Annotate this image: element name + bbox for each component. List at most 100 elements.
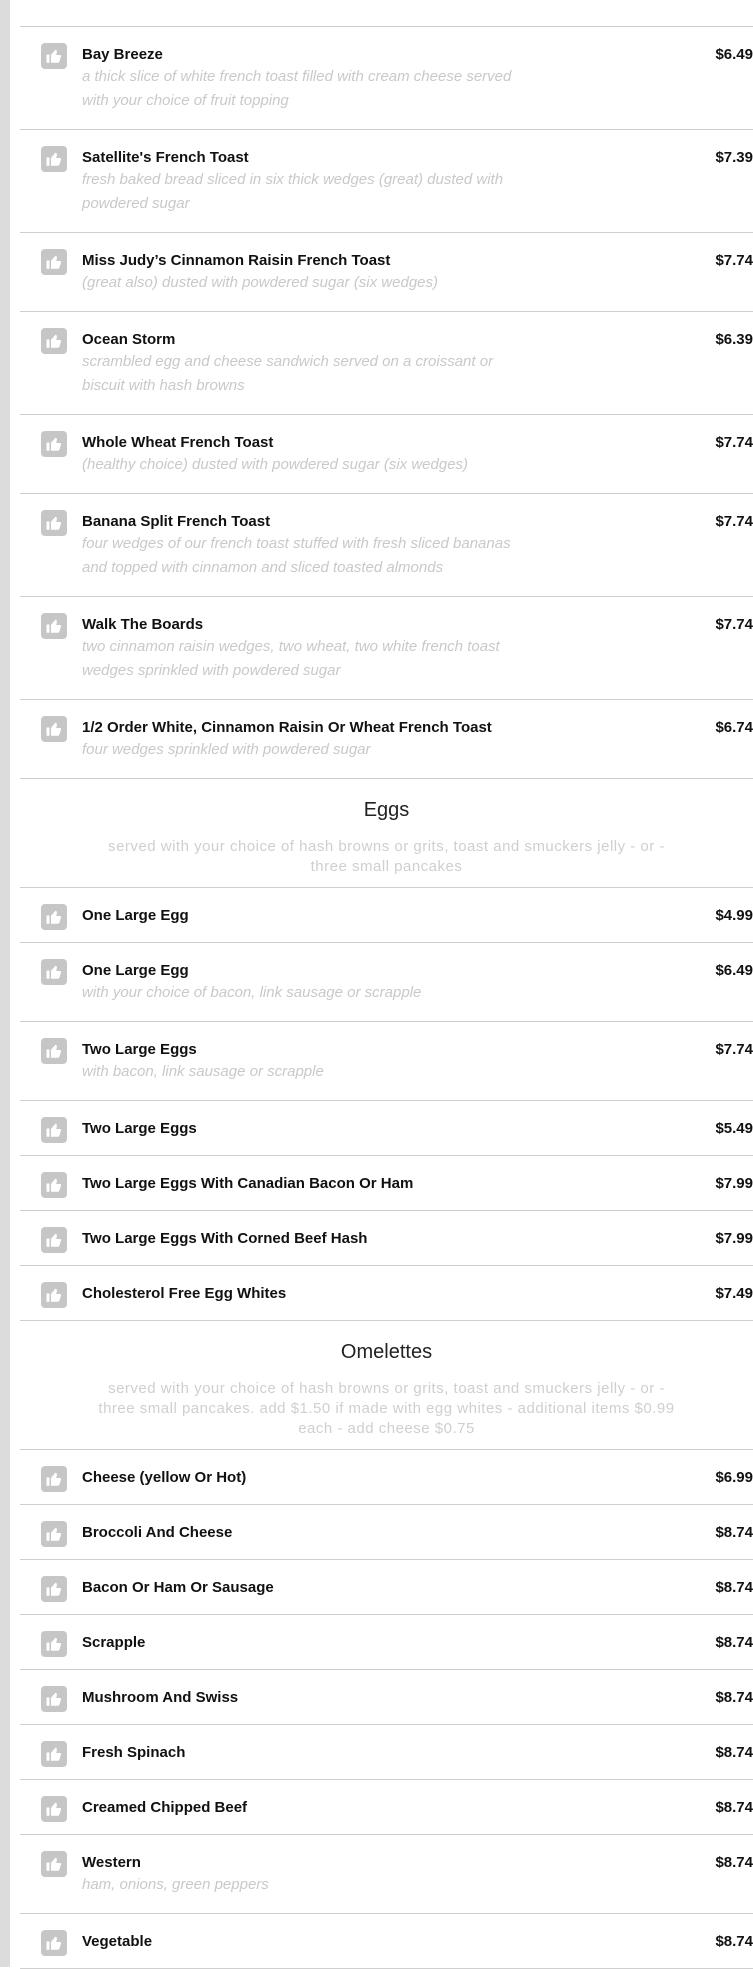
menu-item-description: scrambled egg and cheese sandwich served…: [82, 353, 494, 394]
menu-item-price: $8.74: [715, 1854, 753, 1871]
menu-item-description: with bacon, link sausage or scrapple: [82, 1063, 324, 1080]
menu-item-price: $8.74: [715, 1634, 753, 1651]
thumbs-up-icon[interactable]: [41, 1576, 67, 1602]
menu-item[interactable]: Western ham, onions, green peppers $8.74: [20, 1835, 753, 1914]
thumbs-up-icon[interactable]: [41, 613, 67, 639]
menu-item[interactable]: Miss Judy’s Cinnamon Raisin French Toast…: [20, 233, 753, 312]
menu-item[interactable]: Scrapple $8.74: [20, 1615, 753, 1670]
menu-item[interactable]: Bacon Or Ham Or Sausage $8.74: [20, 1560, 753, 1615]
menu-item-price: $6.49: [715, 46, 753, 63]
menu-item-price: $7.49: [715, 1285, 753, 1302]
menu-item[interactable]: Walk The Boards two cinnamon raisin wedge…: [20, 597, 753, 700]
menu-item-name: Creamed Chipped Beef: [82, 1799, 248, 1816]
menu-item-name: Satellite's French Toast: [82, 149, 249, 166]
thumbs-up-icon[interactable]: [41, 1117, 67, 1143]
thumbs-up-icon[interactable]: [41, 716, 67, 742]
menu-item-price: $8.74: [715, 1933, 753, 1950]
menu-item-name: Scrapple: [82, 1634, 146, 1651]
menu-item-name: Cholesterol Free Egg Whites: [82, 1285, 287, 1302]
menu-item-name: Fresh Spinach: [82, 1744, 186, 1761]
menu-item-price: $8.74: [715, 1524, 753, 1541]
menu-item-price: $7.74: [715, 434, 753, 451]
menu-item-name: One Large Egg: [82, 907, 189, 924]
menu-item[interactable]: Ocean Storm scrambled egg and cheese sand…: [20, 312, 753, 415]
menu-item-description: a thick slice of white french toast fill…: [82, 68, 512, 109]
menu-item-name: Walk The Boards: [82, 616, 204, 633]
thumbs-up-icon[interactable]: [41, 1227, 67, 1253]
menu-item-description: two cinnamon raisin wedges, two wheat, t…: [82, 638, 500, 679]
menu-item-name: Mushroom And Swiss: [82, 1689, 239, 1706]
menu-item-price: $7.74: [715, 513, 753, 530]
menu-item-name: Banana Split French Toast: [82, 513, 271, 530]
thumbs-up-icon[interactable]: [41, 328, 67, 354]
menu-item[interactable]: Two Large Eggs $5.49: [20, 1101, 753, 1156]
menu-item-name: Vegetable: [82, 1933, 153, 1950]
menu-item-name: 1/2 Order White, Cinnamon Raisin Or Whea…: [82, 719, 492, 736]
thumbs-up-icon[interactable]: [41, 1686, 67, 1712]
menu-item[interactable]: Whole Wheat French Toast (healthy choice)…: [20, 415, 753, 494]
thumbs-up-icon[interactable]: [41, 1521, 67, 1547]
menu-item-price: $6.39: [715, 331, 753, 348]
menu-item-description: four wedges sprinkled with powdered suga…: [82, 741, 371, 758]
thumbs-up-icon[interactable]: [41, 43, 67, 69]
menu-item-price: $8.74: [715, 1744, 753, 1761]
menu-item[interactable]: Cholesterol Free Egg Whites $7.49: [20, 1266, 753, 1321]
menu-item[interactable]: Two Large Eggs With Canadian Bacon Or Ha…: [20, 1156, 753, 1211]
menu-item-price: $8.74: [715, 1689, 753, 1706]
menu-item[interactable]: Satellite's French Toast fresh baked brea…: [20, 130, 753, 233]
menu-item-price: $7.74: [715, 252, 753, 269]
menu-item[interactable]: Fresh Spinach $8.74: [20, 1725, 753, 1780]
thumbs-up-icon[interactable]: [41, 431, 67, 457]
menu-item-price: $7.39: [715, 149, 753, 166]
menu-item-name: Whole Wheat French Toast: [82, 434, 274, 451]
thumbs-up-icon[interactable]: [41, 1930, 67, 1956]
menu-item-name: Two Large Eggs: [82, 1041, 197, 1058]
menu-item[interactable]: Two Large Eggs With Corned Beef Hash $7.9…: [20, 1211, 753, 1266]
thumbs-up-icon[interactable]: [41, 959, 67, 985]
menu-item-price: $7.74: [715, 1041, 753, 1058]
thumbs-up-icon[interactable]: [41, 146, 67, 172]
top-divider: [20, 0, 753, 27]
thumbs-up-icon[interactable]: [41, 1172, 67, 1198]
menu-item[interactable]: Creamed Chipped Beef $8.74: [20, 1780, 753, 1835]
menu-item[interactable]: Broccoli And Cheese $8.74: [20, 1505, 753, 1560]
menu-item-price: $4.99: [715, 907, 753, 924]
thumbs-up-icon[interactable]: [41, 1466, 67, 1492]
thumbs-up-icon[interactable]: [41, 249, 67, 275]
thumbs-up-icon[interactable]: [41, 1851, 67, 1877]
menu-item-price: $6.99: [715, 1469, 753, 1486]
thumbs-up-icon[interactable]: [41, 1631, 67, 1657]
menu-item[interactable]: Mushroom And Swiss $8.74: [20, 1670, 753, 1725]
menu-item[interactable]: Two Large Eggs with bacon, link sausage o…: [20, 1022, 753, 1101]
thumbs-up-icon[interactable]: [41, 1282, 67, 1308]
thumbs-up-icon[interactable]: [41, 1741, 67, 1767]
menu-item-price: $7.74: [715, 616, 753, 633]
menu-item-description: (great also) dusted with powdered sugar …: [82, 274, 439, 291]
menu-item-name: Two Large Eggs With Canadian Bacon Or Ha…: [82, 1175, 414, 1192]
menu-item[interactable]: Bay Breeze a thick slice of white french …: [20, 27, 753, 130]
menu-item[interactable]: Cheese (yellow Or Hot) $6.99: [20, 1450, 753, 1505]
menu-item-description: fresh baked bread sliced in six thick we…: [82, 171, 504, 212]
thumbs-up-icon[interactable]: [41, 510, 67, 536]
section-note: served with your choice of hash browns o…: [20, 823, 753, 888]
menu-item[interactable]: One Large Egg $4.99: [20, 888, 753, 943]
thumbs-up-icon[interactable]: [41, 904, 67, 930]
menu-item-price: $8.74: [715, 1579, 753, 1596]
menu-item[interactable]: Vegetable $8.74: [20, 1914, 753, 1969]
menu-item-name: Two Large Eggs: [82, 1120, 197, 1137]
menu-item-name: Broccoli And Cheese: [82, 1524, 233, 1541]
menu-item[interactable]: One Large Egg with your choice of bacon, …: [20, 943, 753, 1022]
section-title: Eggs: [363, 799, 410, 821]
menu-item-name: Western: [82, 1854, 141, 1871]
menu-item-name: Two Large Eggs With Corned Beef Hash: [82, 1230, 368, 1247]
menu-item-name: One Large Egg: [82, 962, 189, 979]
menu-item-price: $5.49: [715, 1120, 753, 1137]
menu-item[interactable]: 1/2 Order White, Cinnamon Raisin Or Whea…: [20, 700, 753, 779]
menu-item[interactable]: Banana Split French Toast four wedges of …: [20, 494, 753, 597]
menu-item-description: ham, onions, green peppers: [82, 1876, 269, 1893]
menu-item-description: four wedges of our french toast stuffed …: [82, 535, 511, 576]
thumbs-up-icon[interactable]: [41, 1038, 67, 1064]
thumbs-up-icon[interactable]: [41, 1796, 67, 1822]
menu-list: Bay Breeze a thick slice of white french …: [20, 0, 753, 1969]
menu-item-name: Bay Breeze: [82, 46, 163, 63]
